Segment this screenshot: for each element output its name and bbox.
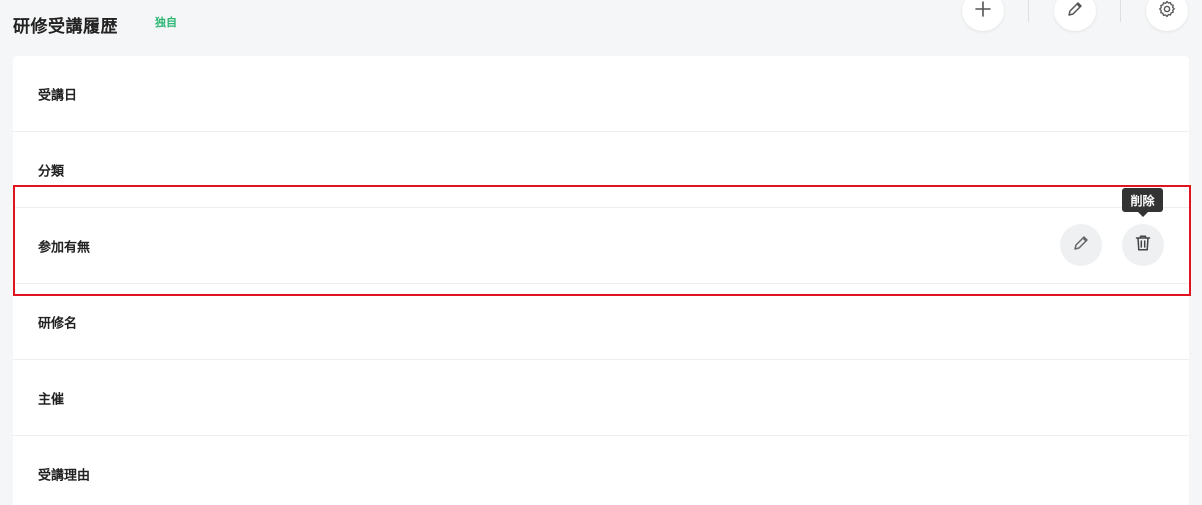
plus-icon <box>974 0 992 22</box>
pencil-icon <box>1065 0 1085 23</box>
field-row: 主催 <box>13 360 1189 436</box>
field-list-card: 受講日 分類 参加有無 研修名 主催 受講理由 <box>13 56 1189 505</box>
trash-icon <box>1133 233 1153 257</box>
field-row: 分類 <box>13 132 1189 208</box>
field-label: 研修名 <box>38 316 78 331</box>
field-row: 研修名 <box>13 284 1189 360</box>
delete-field-button[interactable] <box>1122 224 1164 266</box>
field-row: 受講理由 <box>13 436 1189 505</box>
edit-section-button[interactable] <box>1054 0 1096 31</box>
field-row-hovered[interactable]: 参加有無 <box>13 208 1189 284</box>
field-label: 分類 <box>38 164 65 179</box>
delete-tooltip: 削除 <box>1122 188 1163 217</box>
edit-field-button[interactable] <box>1060 224 1102 266</box>
field-label: 受講日 <box>38 88 78 103</box>
divider <box>1028 0 1029 22</box>
settings-button[interactable] <box>1146 0 1188 31</box>
divider <box>1120 0 1121 22</box>
section-header: 研修受講履歴 独自 <box>0 0 1202 50</box>
add-button[interactable] <box>962 0 1004 31</box>
status-badge: 独自 <box>155 16 177 29</box>
field-label: 主催 <box>38 392 65 407</box>
gear-icon <box>1157 0 1177 23</box>
field-row: 受講日 <box>13 56 1189 132</box>
field-label: 受講理由 <box>38 468 91 484</box>
field-label: 参加有無 <box>38 240 91 255</box>
pencil-icon <box>1071 233 1091 257</box>
page-title: 研修受講履歴 <box>13 17 118 37</box>
